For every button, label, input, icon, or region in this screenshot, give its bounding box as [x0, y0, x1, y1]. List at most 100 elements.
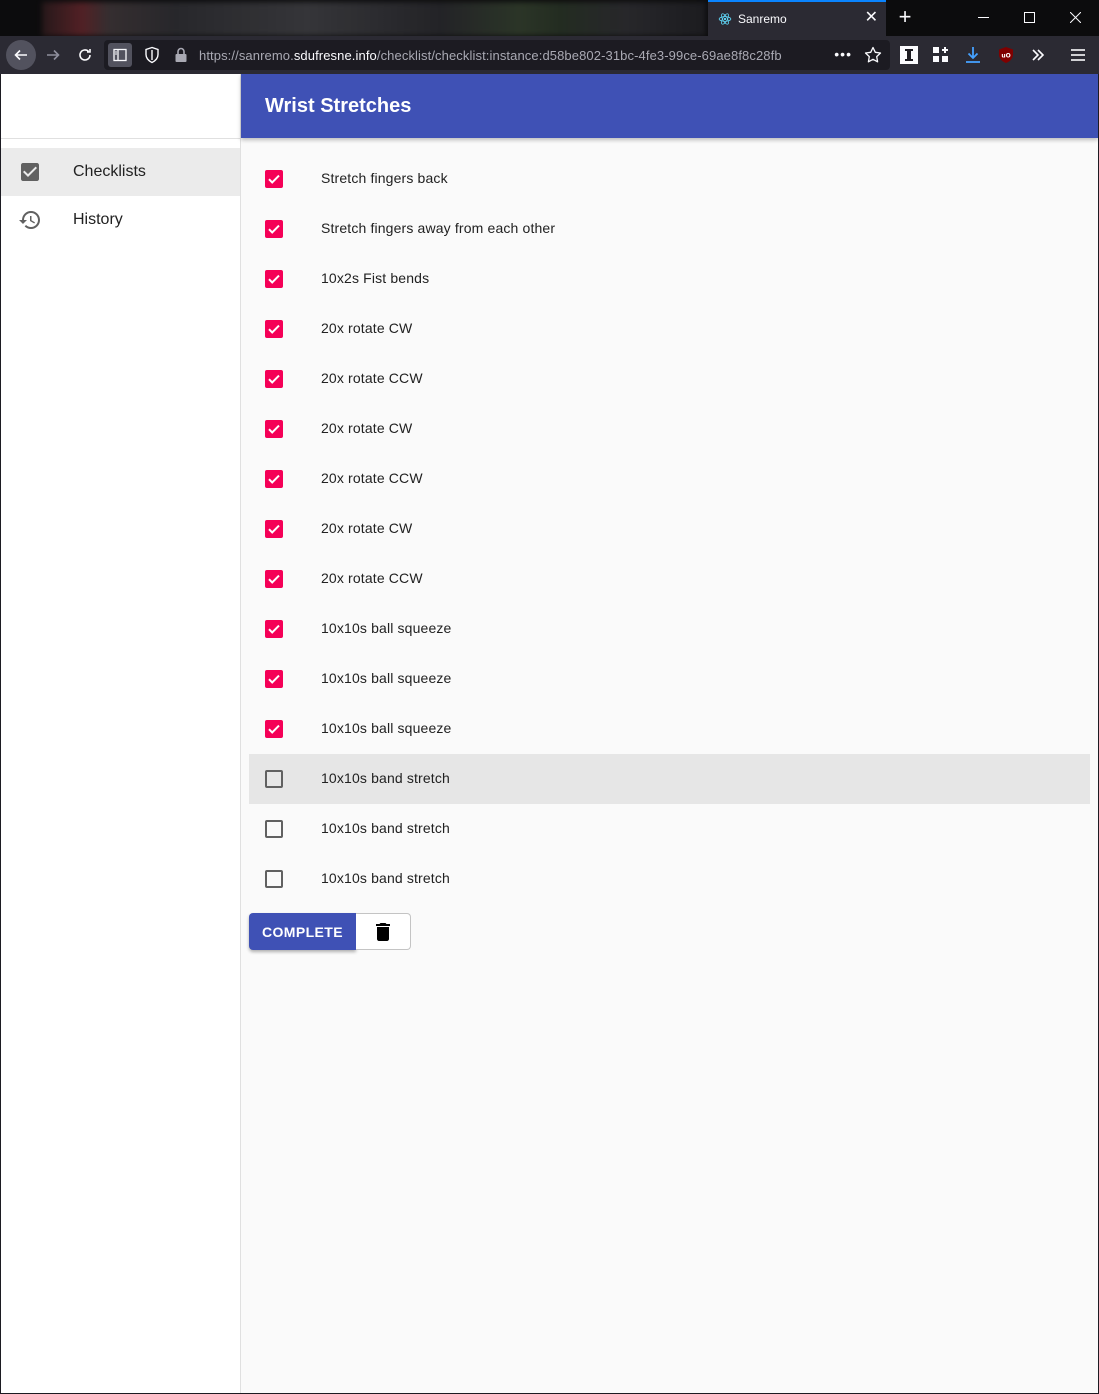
checklist-item-label: 10x2s Fist bends: [321, 270, 430, 286]
url-text[interactable]: https://sanremo.sdufresne.info/checklist…: [199, 48, 782, 63]
checkbox-checked[interactable]: [265, 370, 283, 388]
reader-view-icon[interactable]: [108, 43, 132, 67]
checkmark-icon: [268, 574, 280, 584]
ublock-origin-icon[interactable]: uO: [996, 45, 1016, 65]
checklist-item-label: 10x10s ball squeeze: [321, 670, 452, 686]
browser-nav-bar: https://sanremo.sdufresne.info/checklist…: [0, 36, 1099, 74]
checkbox-checked[interactable]: [265, 420, 283, 438]
complete-button[interactable]: COMPLETE: [249, 913, 356, 950]
download-icon[interactable]: [963, 45, 983, 65]
checklist-item[interactable]: 10x10s band stretch: [249, 754, 1090, 804]
checkbox-checked[interactable]: [265, 620, 283, 638]
browser-tab-active[interactable]: Sanremo ✕: [708, 0, 886, 36]
sidebar-item-label: Checklists: [73, 163, 146, 180]
checklist-item-label: 10x10s ball squeeze: [321, 620, 452, 636]
close-window-icon[interactable]: [1052, 0, 1098, 34]
checkmark-icon: [268, 424, 280, 434]
react-icon: [718, 13, 732, 25]
checklist-item-label: 20x rotate CW: [321, 320, 413, 336]
trash-icon: [376, 922, 390, 941]
checkbox-checked[interactable]: [265, 270, 283, 288]
checklist-item[interactable]: 20x rotate CCW: [249, 454, 1090, 504]
checkmark-icon: [268, 274, 280, 284]
checklist-item-label: 10x10s band stretch: [321, 770, 450, 786]
checkmark-icon: [268, 724, 280, 734]
extensions-grid-icon[interactable]: [931, 45, 951, 65]
checklist-item-label: 20x rotate CW: [321, 520, 413, 536]
checklist-item[interactable]: 10x2s Fist bends: [249, 254, 1090, 304]
checkbox-checked[interactable]: [265, 670, 283, 688]
checkbox-checked[interactable]: [265, 520, 283, 538]
checkmark-icon: [268, 324, 280, 334]
checkmark-icon: [268, 474, 280, 484]
lock-icon[interactable]: [174, 47, 188, 63]
action-buttons: COMPLETE: [249, 913, 411, 950]
page: Checklists History Wrist Stretches Stret…: [1, 74, 1098, 1393]
checkbox-checked[interactable]: [265, 720, 283, 738]
checkbox-unchecked[interactable]: [265, 770, 283, 788]
checklist-item[interactable]: 10x10s band stretch: [249, 854, 1090, 904]
checklist-item[interactable]: 10x10s ball squeeze: [249, 654, 1090, 704]
tracking-shield-icon[interactable]: [144, 46, 160, 64]
hamburger-menu-icon[interactable]: [1068, 45, 1088, 65]
checklist-item[interactable]: 10x10s ball squeeze: [249, 704, 1090, 754]
checkbox-checked[interactable]: [265, 470, 283, 488]
forward-arrow-icon: [47, 49, 60, 61]
reload-icon: [79, 49, 91, 61]
checklist-item[interactable]: 10x10s band stretch: [249, 804, 1090, 854]
checkbox-checked[interactable]: [265, 570, 283, 588]
checkmark-icon: [268, 374, 280, 384]
checkbox-checked[interactable]: [265, 220, 283, 238]
checkbox-unchecked[interactable]: [265, 870, 283, 888]
checklist-item[interactable]: 20x rotate CW: [249, 504, 1090, 554]
forward-button[interactable]: [38, 40, 68, 70]
sidebar-item-history[interactable]: History: [1, 196, 240, 244]
close-tab-icon[interactable]: ✕: [865, 10, 878, 26]
bookmark-star-icon[interactable]: [864, 46, 882, 64]
checklist-item[interactable]: 20x rotate CCW: [249, 354, 1090, 404]
reload-button[interactable]: [70, 40, 100, 70]
checkbox-unchecked[interactable]: [265, 820, 283, 838]
checkbox-icon: [21, 163, 39, 181]
checkbox-checked[interactable]: [265, 170, 283, 188]
url-bar[interactable]: https://sanremo.sdufresne.info/checklist…: [104, 40, 890, 70]
history-icon: [19, 211, 40, 229]
checklist-item-label: 10x10s band stretch: [321, 820, 450, 836]
instapaper-icon[interactable]: [899, 45, 919, 65]
checklist-item-label: Stretch fingers away from each other: [321, 220, 556, 236]
checklist-item[interactable]: Stretch fingers away from each other: [249, 204, 1090, 254]
checkbox-checked[interactable]: [265, 320, 283, 338]
url-prefix: https://sanremo.: [199, 48, 294, 63]
checkmark-icon: [268, 224, 280, 234]
url-path: /checklist/checklist:instance:d58be802-3…: [376, 48, 782, 63]
checkmark-icon: [268, 624, 280, 634]
overflow-chevron-icon[interactable]: [1028, 45, 1048, 65]
sidebar: Checklists History: [1, 74, 241, 1393]
delete-button[interactable]: [356, 913, 411, 950]
checklist-item[interactable]: 20x rotate CCW: [249, 554, 1090, 604]
url-domain: sdufresne.info: [293, 48, 377, 63]
checklist: Stretch fingers back Stretch fingers away…: [249, 154, 1090, 904]
maximize-icon[interactable]: [1006, 0, 1052, 34]
checklist-item-label: 20x rotate CCW: [321, 370, 423, 386]
checklist-item-label: Stretch fingers back: [321, 170, 448, 186]
checkmark-icon: [268, 674, 280, 684]
checklist-item[interactable]: 20x rotate CW: [249, 304, 1090, 354]
app-bar: Wrist Stretches: [241, 74, 1098, 138]
back-arrow-icon: [14, 49, 27, 61]
sidebar-item-checklists[interactable]: Checklists: [1, 148, 240, 196]
page-title: Wrist Stretches: [265, 95, 412, 117]
checklist-item-label: 20x rotate CCW: [321, 570, 423, 586]
checklist-item-label: 20x rotate CW: [321, 420, 413, 436]
page-actions-more-button[interactable]: •••: [834, 46, 852, 62]
minimize-icon[interactable]: [960, 0, 1006, 34]
checklist-item-label: 10x10s band stretch: [321, 870, 450, 886]
checklist-item[interactable]: Stretch fingers back: [249, 154, 1090, 204]
blurred-tabs: [42, 2, 706, 36]
browser-tab-bar: Sanremo ✕ +: [0, 0, 1099, 36]
checklist-item[interactable]: 20x rotate CW: [249, 404, 1090, 454]
back-button[interactable]: [6, 40, 36, 70]
checklist-item[interactable]: 10x10s ball squeeze: [249, 604, 1090, 654]
checklist-item-label: 20x rotate CCW: [321, 470, 423, 486]
new-tab-button[interactable]: +: [894, 6, 916, 28]
